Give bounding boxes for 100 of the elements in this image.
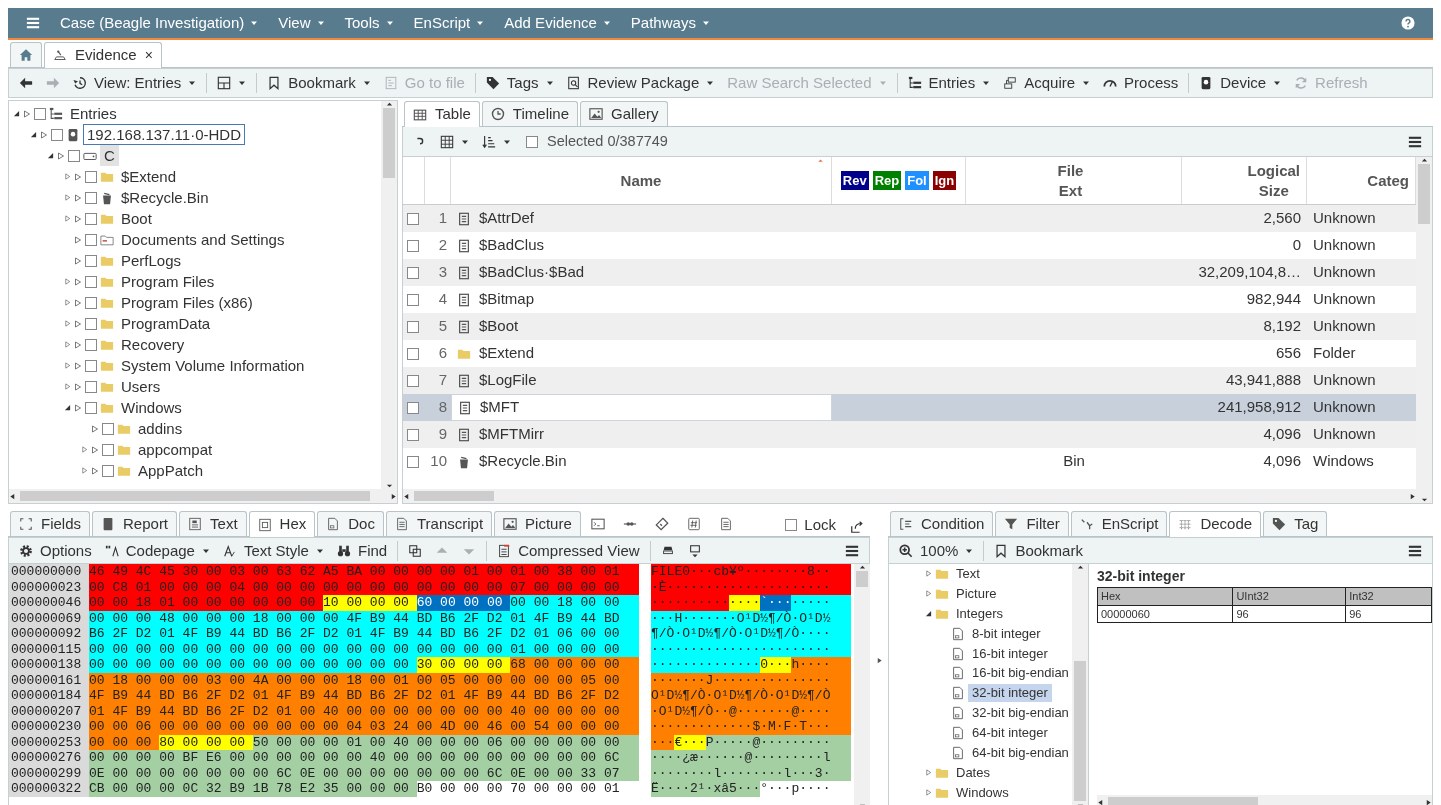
checkbox[interactable] xyxy=(102,443,114,456)
tab[interactable]: Hex xyxy=(248,511,316,537)
checkbox[interactable] xyxy=(407,455,419,468)
table-row[interactable]: 6 $Extend 656 Folder xyxy=(403,340,1416,367)
checkbox[interactable] xyxy=(34,107,46,120)
tree-item[interactable]: PerfLogs xyxy=(117,250,186,271)
checkbox[interactable] xyxy=(407,347,419,360)
tree-item[interactable]: 16-bit integer xyxy=(968,644,1052,663)
table-row[interactable]: 1 $AttrDef 2,560 Unknown xyxy=(403,205,1416,232)
column-header[interactable]: Rev Rep Fol Ign xyxy=(832,157,966,204)
tree-item[interactable]: Documents and Settings xyxy=(117,229,289,250)
tree-item[interactable]: 192.168.137.11·0-HDD xyxy=(83,124,245,145)
menu-item[interactable]: Case (Beagle Investigation) xyxy=(50,8,269,38)
toolbar-button[interactable]: Acquire xyxy=(997,72,1097,94)
tree-item[interactable]: ProgramData xyxy=(117,313,215,334)
tree-item[interactable]: Integers xyxy=(952,604,1007,623)
toolbar-button[interactable]: Process xyxy=(1097,72,1185,94)
checkbox[interactable] xyxy=(407,212,419,225)
checkbox[interactable] xyxy=(785,519,798,531)
menu-item[interactable]: Add Evidence xyxy=(494,8,621,38)
toolbar-button[interactable]: Bookmark xyxy=(261,72,377,94)
tree-item[interactable]: Windows xyxy=(117,397,186,418)
tab-label[interactable]: Evidence xyxy=(75,44,137,67)
tree-item[interactable]: Recovery xyxy=(117,334,189,355)
tree-item[interactable]: AppPatch xyxy=(134,460,208,481)
tree-item[interactable]: Program Files xyxy=(117,271,219,292)
scrollbar[interactable] xyxy=(9,489,397,503)
tree-item[interactable]: Boot xyxy=(117,208,156,229)
toolbar-button[interactable]: View: Entries xyxy=(67,72,203,94)
menu-item[interactable]: Pathways xyxy=(620,8,720,38)
checkbox[interactable] xyxy=(102,464,114,477)
menu-item[interactable]: Tools xyxy=(334,8,404,38)
checkbox[interactable] xyxy=(85,275,97,288)
tab[interactable]: Text xyxy=(179,511,247,536)
checkbox[interactable] xyxy=(85,359,97,372)
checkbox[interactable] xyxy=(102,422,114,435)
scrollbar-thumb[interactable] xyxy=(20,491,370,501)
checkbox[interactable] xyxy=(407,320,419,333)
tree-item[interactable]: $Recycle.Bin xyxy=(117,187,213,208)
tab[interactable]: Filter xyxy=(995,511,1069,536)
tab[interactable]: Picture xyxy=(494,511,581,536)
tree-item[interactable]: Windows xyxy=(952,783,1013,802)
column-header[interactable]: Logical Size xyxy=(1182,157,1307,204)
tab[interactable]: Table xyxy=(404,101,480,127)
checkbox[interactable] xyxy=(85,380,97,393)
tree-item[interactable]: Entries xyxy=(66,103,121,124)
close-button[interactable]: × xyxy=(144,45,153,66)
tab[interactable]: Decode xyxy=(1169,511,1262,537)
tab[interactable]: Evidence × xyxy=(44,42,162,68)
checkbox[interactable] xyxy=(85,296,97,309)
table-row[interactable]: 7 $LogFile 43,941,888 Unknown xyxy=(403,367,1416,394)
toolbar-button[interactable]: Tags xyxy=(479,72,560,94)
tab[interactable]: Timeline xyxy=(481,101,578,126)
scrollbar-thumb[interactable] xyxy=(383,108,395,178)
scrollbar[interactable] xyxy=(403,489,1416,503)
checkbox[interactable] xyxy=(407,293,419,306)
checkbox[interactable] xyxy=(85,233,97,246)
toolbar-button[interactable]: Bookmark xyxy=(988,539,1089,562)
tree-item[interactable]: appcompat xyxy=(134,439,217,460)
toolbar-button[interactable]: Codepage xyxy=(98,539,216,562)
tree-item[interactable]: C xyxy=(100,145,119,166)
tab[interactable]: Fields xyxy=(10,511,90,536)
scrollbar[interactable] xyxy=(1072,564,1088,805)
tab[interactable]: Report xyxy=(92,511,178,536)
tree-item[interactable]: Users xyxy=(117,376,165,397)
toolbar-button[interactable]: Find xyxy=(330,539,394,562)
toolbar-button[interactable]: Text Style xyxy=(216,539,330,562)
tree-item[interactable]: 16-bit big-endian xyxy=(968,664,1072,683)
table-row[interactable]: 9 $MFTMirr 4,096 Unknown xyxy=(403,421,1416,448)
scrollbar-thumb[interactable] xyxy=(414,491,494,501)
tree-item[interactable]: System Volume Information xyxy=(117,355,309,376)
checkbox[interactable] xyxy=(85,191,97,204)
home-tab[interactable] xyxy=(10,42,42,67)
table-row[interactable]: 4 $Bitmap 982,944 Unknown xyxy=(403,286,1416,313)
table-row[interactable]: 5 $Boot 8,192 Unknown xyxy=(403,313,1416,340)
checkbox[interactable] xyxy=(85,170,97,183)
table-row[interactable]: 10 $Recycle.Bin Bin 4,096 Windows xyxy=(403,448,1416,475)
menu-item[interactable]: EnScript xyxy=(403,8,495,38)
tree-item[interactable]: Dates xyxy=(952,763,994,782)
toolbar-button[interactable]: Review Package xyxy=(560,72,721,94)
scrollbar-thumb[interactable] xyxy=(1074,661,1086,801)
tree-item[interactable]: 64-bit big-endian xyxy=(968,743,1072,762)
checkbox[interactable] xyxy=(85,254,97,267)
menu-item[interactable]: View xyxy=(268,8,335,38)
table-row[interactable]: 2 $BadClus 0 Unknown xyxy=(403,232,1416,259)
checkbox-label[interactable]: Lock xyxy=(804,516,836,534)
tree-item[interactable]: Picture xyxy=(952,584,1001,603)
tree-item[interactable]: 32-bit integer xyxy=(968,684,1052,703)
scrollbar-thumb[interactable] xyxy=(1108,797,1258,805)
scrollbar[interactable] xyxy=(854,564,870,805)
tree-item[interactable]: 64-bit integer xyxy=(968,724,1052,743)
scrollbar-thumb[interactable] xyxy=(856,571,868,587)
tab[interactable]: Tag xyxy=(1263,511,1328,536)
tab[interactable]: Gallery xyxy=(580,101,668,126)
scrollbar[interactable] xyxy=(1097,795,1432,805)
toolbar-button[interactable]: Compressed View xyxy=(491,539,646,562)
tab[interactable]: Condition xyxy=(890,511,994,536)
tree-item[interactable]: Program Files (x86) xyxy=(117,292,257,313)
column-header[interactable]: File Ext xyxy=(966,157,1182,204)
checkbox[interactable] xyxy=(51,128,63,141)
